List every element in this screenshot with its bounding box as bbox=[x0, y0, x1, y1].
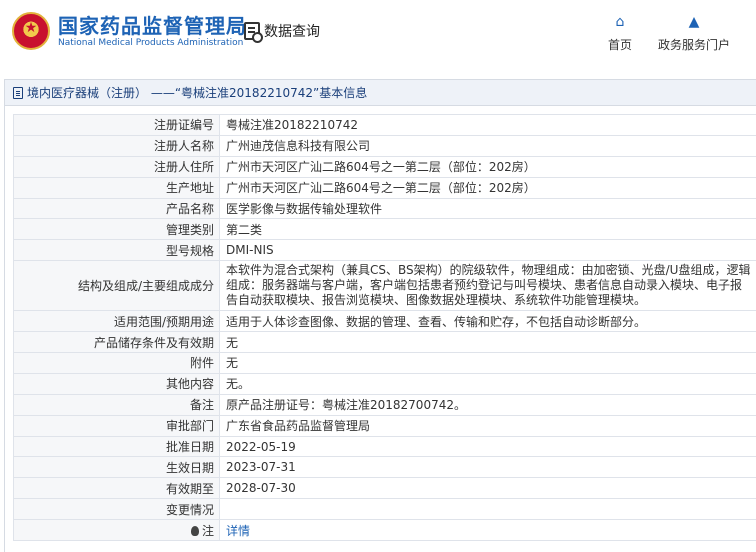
section-title: 境内医疗器械（注册） ——“粤械注准20182210742”基本信息 bbox=[27, 86, 368, 100]
table-row: 管理类别 第二类 bbox=[13, 218, 756, 241]
row-value: 广州迪茂信息科技有限公司 bbox=[219, 134, 756, 157]
row-label: 生效日期 bbox=[13, 456, 220, 479]
nav-home-label: 首页 bbox=[607, 38, 632, 52]
row-value: 详情 bbox=[219, 519, 756, 542]
row-label: 附件 bbox=[13, 352, 220, 374]
table-row: 适用范围/预期用途 适用于人体诊查图像、数据的管理、查看、传输和贮存，不包括自动诊… bbox=[13, 310, 756, 333]
row-value: 无。 bbox=[219, 372, 756, 395]
brand-name-cn: 国家药品监督管理局 bbox=[58, 14, 247, 38]
row-value: 粤械注准20182210742 bbox=[219, 114, 756, 136]
row-value: 本软件为混合式架构（兼具CS、BS架构）的院级软件，物理组成：由加密锁、光盘/U… bbox=[219, 260, 756, 312]
device-info-section: 境内医疗器械（注册） ——“粤械注准20182210742”基本信息 注册证编号… bbox=[4, 79, 756, 552]
nav-portal-label: 政务服务门户 bbox=[657, 38, 730, 52]
row-value: 2028-07-30 bbox=[219, 477, 756, 500]
site-header: 国家药品监督管理局 National Medical Products Admi… bbox=[0, 0, 756, 64]
table-row: 有效期至 2028-07-30 bbox=[13, 477, 756, 500]
row-label: 产品储存条件及有效期 bbox=[13, 331, 220, 354]
table-row: 注册人住所 广州市天河区广汕二路604号之一第二层（部位：202房） bbox=[13, 155, 756, 178]
table-row: 型号规格 DMI-NIS bbox=[13, 239, 756, 262]
row-label: 产品名称 bbox=[13, 197, 220, 220]
row-value: 广州市天河区广汕二路604号之一第二层（部位：202房） bbox=[219, 176, 756, 199]
note-label: 注 bbox=[201, 523, 214, 538]
home-icon: ⌂ bbox=[615, 14, 625, 30]
table-row: 附件无 bbox=[13, 352, 756, 374]
document-icon bbox=[13, 86, 23, 99]
row-value: 原产品注册证号：粤械注准20182700742。 bbox=[219, 393, 756, 416]
user-icon: ▲ bbox=[688, 14, 700, 30]
info-table: 注册证编号 粤械注准20182210742 注册人名称 广州迪茂信息科技有限公司 注… bbox=[13, 114, 756, 542]
data-query-label: 数据查询 bbox=[264, 24, 320, 40]
row-value: 广州市天河区广汕二路604号之一第二层（部位：202房） bbox=[219, 155, 756, 178]
table-row: 审批部门 广东省食品药品监督管理局 bbox=[13, 414, 756, 437]
table-row: 备注 原产品注册证号：粤械注准20182700742。 bbox=[13, 393, 756, 416]
row-label: 生产地址 bbox=[13, 176, 220, 199]
row-value: 2022-05-19 bbox=[219, 435, 756, 458]
table-row: 生效日期 2023-07-31 bbox=[13, 456, 756, 479]
table-row: 产品储存条件及有效期无 bbox=[13, 331, 756, 354]
row-value: 广东省食品药品监督管理局 bbox=[219, 414, 756, 437]
row-label: 注册证编号 bbox=[13, 114, 220, 136]
row-label: 备注 bbox=[13, 393, 220, 416]
row-value: 适用于人体诊查图像、数据的管理、查看、传输和贮存，不包括自动诊断部分。 bbox=[219, 310, 756, 333]
row-label-note: 注 bbox=[13, 519, 220, 542]
row-label: 注册人名称 bbox=[13, 134, 220, 157]
details-link[interactable]: 详情 bbox=[226, 524, 250, 538]
row-label: 适用范围/预期用途 bbox=[13, 310, 220, 333]
table-row: 注册人名称 广州迪茂信息科技有限公司 bbox=[13, 134, 756, 157]
data-query-link[interactable]: 数据查询 bbox=[244, 20, 320, 43]
row-value: 2023-07-31 bbox=[219, 456, 756, 479]
table-row: 生产地址 广州市天河区广汕二路604号之一第二层（部位：202房） bbox=[13, 176, 756, 199]
table-row: 批准日期 2022-05-19 bbox=[13, 435, 756, 458]
table-row: 结构及组成/主要组成成分 本软件为混合式架构（兼具CS、BS架构）的院级软件，物理… bbox=[13, 260, 756, 312]
nav-home[interactable]: ⌂ 首页 bbox=[602, 14, 638, 53]
row-label: 审批部门 bbox=[13, 414, 220, 437]
row-label: 型号规格 bbox=[13, 239, 220, 262]
table-row: 注册证编号 粤械注准20182210742 bbox=[13, 114, 756, 136]
row-label: 批准日期 bbox=[13, 435, 220, 458]
row-label: 变更情况 bbox=[13, 498, 220, 521]
table-row: 产品名称 医学影像与数据传输处理软件 bbox=[13, 197, 756, 220]
row-value: 第二类 bbox=[219, 218, 756, 241]
table-row: 变更情况 bbox=[13, 498, 756, 521]
nav-service-portal[interactable]: ▲ 政务服务门户 bbox=[654, 14, 734, 53]
row-label: 注册人住所 bbox=[13, 155, 220, 178]
national-emblem-logo bbox=[12, 12, 50, 50]
section-title-bar: 境内医疗器械（注册） ——“粤械注准20182210742”基本信息 bbox=[5, 80, 756, 106]
row-value: 无 bbox=[219, 331, 756, 354]
table-row: 注 详情 bbox=[13, 519, 756, 542]
row-value bbox=[219, 498, 756, 521]
row-value: DMI-NIS bbox=[219, 239, 756, 262]
row-value: 医学影像与数据传输处理软件 bbox=[219, 197, 756, 220]
document-search-icon bbox=[244, 22, 263, 43]
row-value: 无 bbox=[219, 352, 756, 374]
brand-name-en: National Medical Products Administration bbox=[58, 38, 244, 48]
row-label: 管理类别 bbox=[13, 218, 220, 241]
table-row: 其他内容 无。 bbox=[13, 372, 756, 395]
row-label: 结构及组成/主要组成成分 bbox=[13, 260, 220, 312]
row-label: 有效期至 bbox=[13, 477, 220, 500]
row-label: 其他内容 bbox=[13, 372, 220, 395]
lightbulb-icon bbox=[190, 525, 199, 536]
